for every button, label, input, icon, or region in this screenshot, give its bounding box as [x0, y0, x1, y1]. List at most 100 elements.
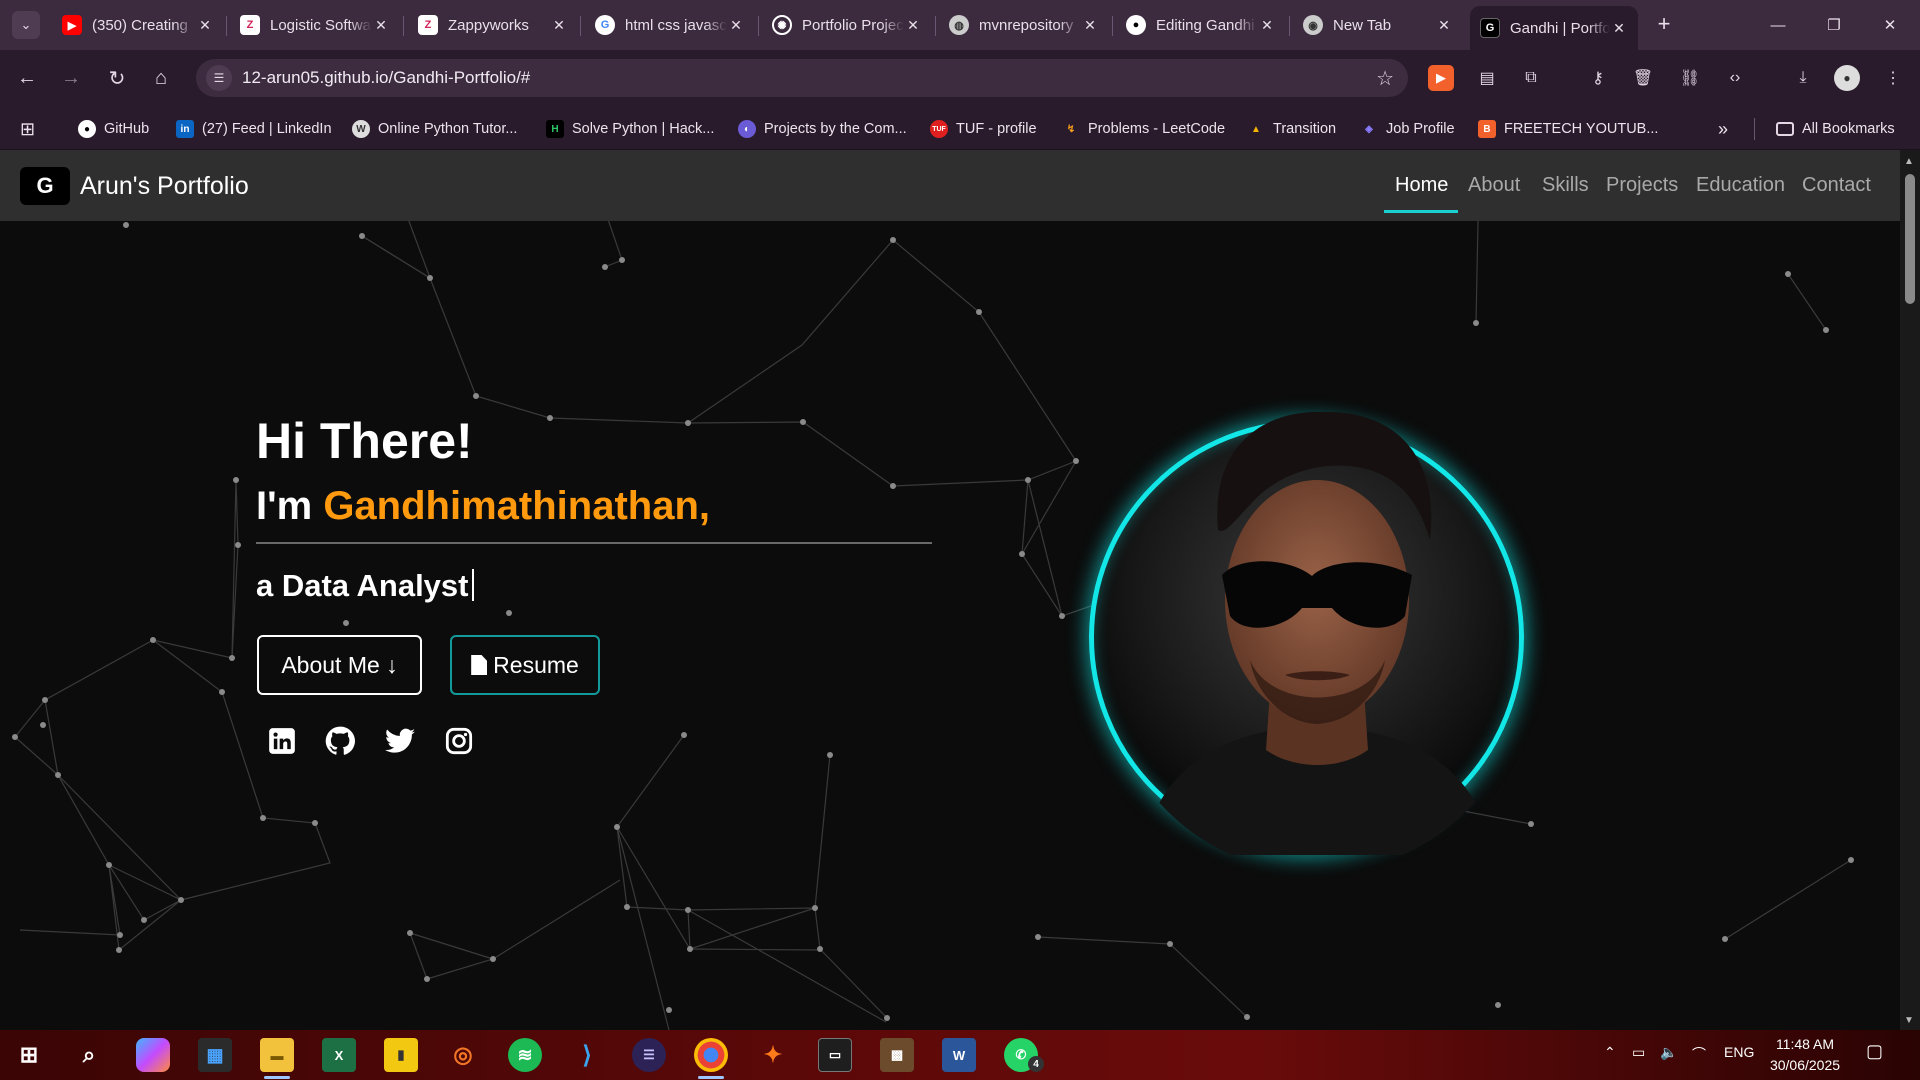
volume-icon[interactable]: 🔈 [1660, 1044, 1677, 1061]
close-window-button[interactable]: ✕ [1862, 0, 1918, 50]
vscode-icon[interactable]: ⟩ [570, 1038, 604, 1072]
close-icon[interactable]: ✕ [727, 17, 745, 34]
page-scrollbar[interactable]: ▲ ▼ [1900, 150, 1920, 1030]
copilot-icon[interactable] [136, 1038, 170, 1072]
nav-about[interactable]: About [1468, 174, 1520, 197]
trash-icon[interactable]: 🗑 [1630, 65, 1656, 91]
url-text[interactable]: 12-arun05.github.io/Gandhi-Portfolio/# [242, 68, 530, 88]
all-bookmarks-label: All Bookmarks [1802, 121, 1895, 137]
menu-dots-icon[interactable]: ⋮ [1880, 65, 1906, 91]
forward-icon[interactable]: → [56, 63, 86, 93]
windows-start-icon[interactable]: ⊞ [12, 1038, 46, 1072]
close-icon[interactable]: ✕ [1081, 17, 1099, 34]
back-icon[interactable]: ← [12, 63, 42, 93]
resume-button[interactable]: Resume [450, 635, 600, 695]
close-icon[interactable]: ✕ [1435, 17, 1453, 34]
instagram-icon[interactable] [443, 725, 475, 757]
bookmark-github[interactable]: ● GitHub [78, 117, 149, 141]
bookmark-linkedin[interactable]: in (27) Feed | LinkedIn [176, 117, 332, 141]
projects-icon: ◐ [738, 120, 756, 138]
bookmark-leetcode[interactable]: ↯ Problems - LeetCode [1062, 117, 1225, 141]
store-icon[interactable]: ▦ [198, 1038, 232, 1072]
site-brand[interactable]: Arun's Portfolio [80, 172, 249, 201]
close-icon[interactable]: ✕ [550, 17, 568, 34]
file-explorer-icon[interactable]: ▬ [260, 1038, 294, 1072]
apps-grid-icon[interactable]: ⊞ [20, 117, 35, 141]
eclipse-icon[interactable]: ☰ [632, 1038, 666, 1072]
spotify-icon[interactable]: ≋ [508, 1038, 542, 1072]
nav-education[interactable]: Education [1696, 174, 1785, 197]
bookmark-freetech[interactable]: B FREETECH YOUTUB... [1478, 117, 1658, 141]
app-icon[interactable]: ▩ [880, 1038, 914, 1072]
matlab-icon[interactable]: ✦ [756, 1038, 790, 1072]
all-bookmarks-button[interactable]: All Bookmarks [1776, 117, 1895, 141]
nav-skills[interactable]: Skills [1542, 174, 1589, 197]
restore-button[interactable]: ❐ [1806, 0, 1862, 50]
bookmark-hackerrank[interactable]: H Solve Python | Hack... [546, 117, 714, 141]
scrollbar-thumb[interactable] [1905, 174, 1915, 304]
notifications-icon[interactable]: ▢ [1866, 1041, 1883, 1062]
nav-home[interactable]: Home [1395, 174, 1448, 197]
key-icon[interactable]: ⚷ [1585, 65, 1611, 91]
bookmark-projects[interactable]: ◐ Projects by the Com... [738, 117, 907, 141]
close-icon[interactable]: ✕ [372, 17, 390, 34]
code-icon[interactable]: ‹› [1722, 65, 1748, 91]
terminal-icon[interactable]: ▭ [818, 1038, 852, 1072]
portfolio-page: G Arun's Portfolio Home About Skills Pro… [0, 150, 1900, 1030]
show-hidden-icons[interactable]: ⌃ [1604, 1044, 1616, 1061]
site-info-icon[interactable]: ☰ [206, 65, 232, 91]
close-icon[interactable]: ✕ [904, 17, 922, 34]
about-me-button[interactable]: About Me ↓ [257, 635, 422, 695]
bookmark-tuf[interactable]: TUF TUF - profile [930, 117, 1037, 141]
wifi-icon[interactable]: ⌒ [1692, 1044, 1706, 1064]
tab-portfolio-project[interactable]: ✺ Portfolio Project ✕ [762, 6, 932, 44]
powerbi-icon[interactable]: ▮ [384, 1038, 418, 1072]
tab-editing-gandhi[interactable]: ● Editing Gandhi ✕ [1116, 6, 1286, 44]
nav-projects[interactable]: Projects [1606, 174, 1678, 197]
download-icon[interactable]: ⤓ [1790, 65, 1816, 91]
hero-divider [256, 542, 932, 544]
bookmark-transition[interactable]: ▲ Transition [1247, 117, 1336, 141]
minimize-button[interactable]: — [1750, 0, 1806, 50]
close-icon[interactable]: ✕ [196, 17, 214, 34]
close-icon[interactable]: ✕ [1258, 17, 1276, 34]
scroll-up-icon[interactable]: ▲ [1904, 156, 1914, 167]
bookmark-job-profile[interactable]: ◈ Job Profile [1360, 117, 1454, 141]
reload-icon[interactable]: ↻ [102, 63, 132, 93]
extension-icon[interactable]: ▶ [1428, 65, 1454, 91]
jupyter-icon[interactable]: ◎ [446, 1038, 480, 1072]
tab-new-tab[interactable]: ◉ New Tab ✕ [1293, 6, 1463, 44]
close-icon[interactable]: ✕ [1610, 20, 1628, 37]
tab-logistic[interactable]: Z Logistic Software ✕ [230, 6, 400, 44]
tab-zappyworks[interactable]: Z Zappyworks ✕ [408, 6, 578, 44]
twitter-icon[interactable] [384, 725, 416, 757]
address-bar[interactable]: ☰ 12-arun05.github.io/Gandhi-Portfolio/#… [196, 59, 1408, 97]
tab-search-icon[interactable]: ⌄ [12, 11, 40, 39]
linkedin-icon[interactable] [266, 725, 298, 757]
bookmark-star-icon[interactable]: ☆ [1376, 66, 1394, 91]
bookmarks-more-button[interactable]: » [1718, 117, 1728, 141]
search-icon[interactable]: ⌕ [72, 1038, 106, 1072]
github-icon[interactable] [324, 725, 356, 757]
language-indicator[interactable]: ENG [1724, 1044, 1754, 1060]
home-icon[interactable]: ⌂ [146, 63, 176, 93]
tab-youtube[interactable]: ▶ (350) Creating ✕ [52, 6, 224, 44]
extension-icon[interactable]: ▤ [1474, 65, 1500, 91]
site-logo[interactable]: G [20, 167, 70, 205]
new-tab-button[interactable]: + [1650, 10, 1678, 38]
battery-icon[interactable]: ▭ [1632, 1044, 1645, 1061]
bookmark-python-tutor[interactable]: W Online Python Tutor... [352, 117, 517, 141]
chrome-icon[interactable] [694, 1038, 728, 1072]
tab-google-search[interactable]: G html css javascript ✕ [585, 6, 755, 44]
word-icon[interactable]: W [942, 1038, 976, 1072]
puzzle-icon[interactable]: ⧉ [1518, 65, 1544, 91]
excel-icon[interactable]: X [322, 1038, 356, 1072]
running-indicator [264, 1076, 290, 1079]
link-icon[interactable]: ⛓ [1677, 65, 1703, 91]
tab-mvnrepository[interactable]: ◍ mvnrepository ✕ [939, 6, 1109, 44]
avatar[interactable]: ● [1834, 65, 1860, 91]
nav-contact[interactable]: Contact [1802, 174, 1871, 197]
scroll-down-icon[interactable]: ▼ [1904, 1015, 1914, 1026]
system-clock[interactable]: 11:48 AM 30/06/2025 [1765, 1034, 1845, 1076]
tab-gandhi-portfolio[interactable]: G Gandhi | Portfolio ✕ [1470, 6, 1638, 50]
